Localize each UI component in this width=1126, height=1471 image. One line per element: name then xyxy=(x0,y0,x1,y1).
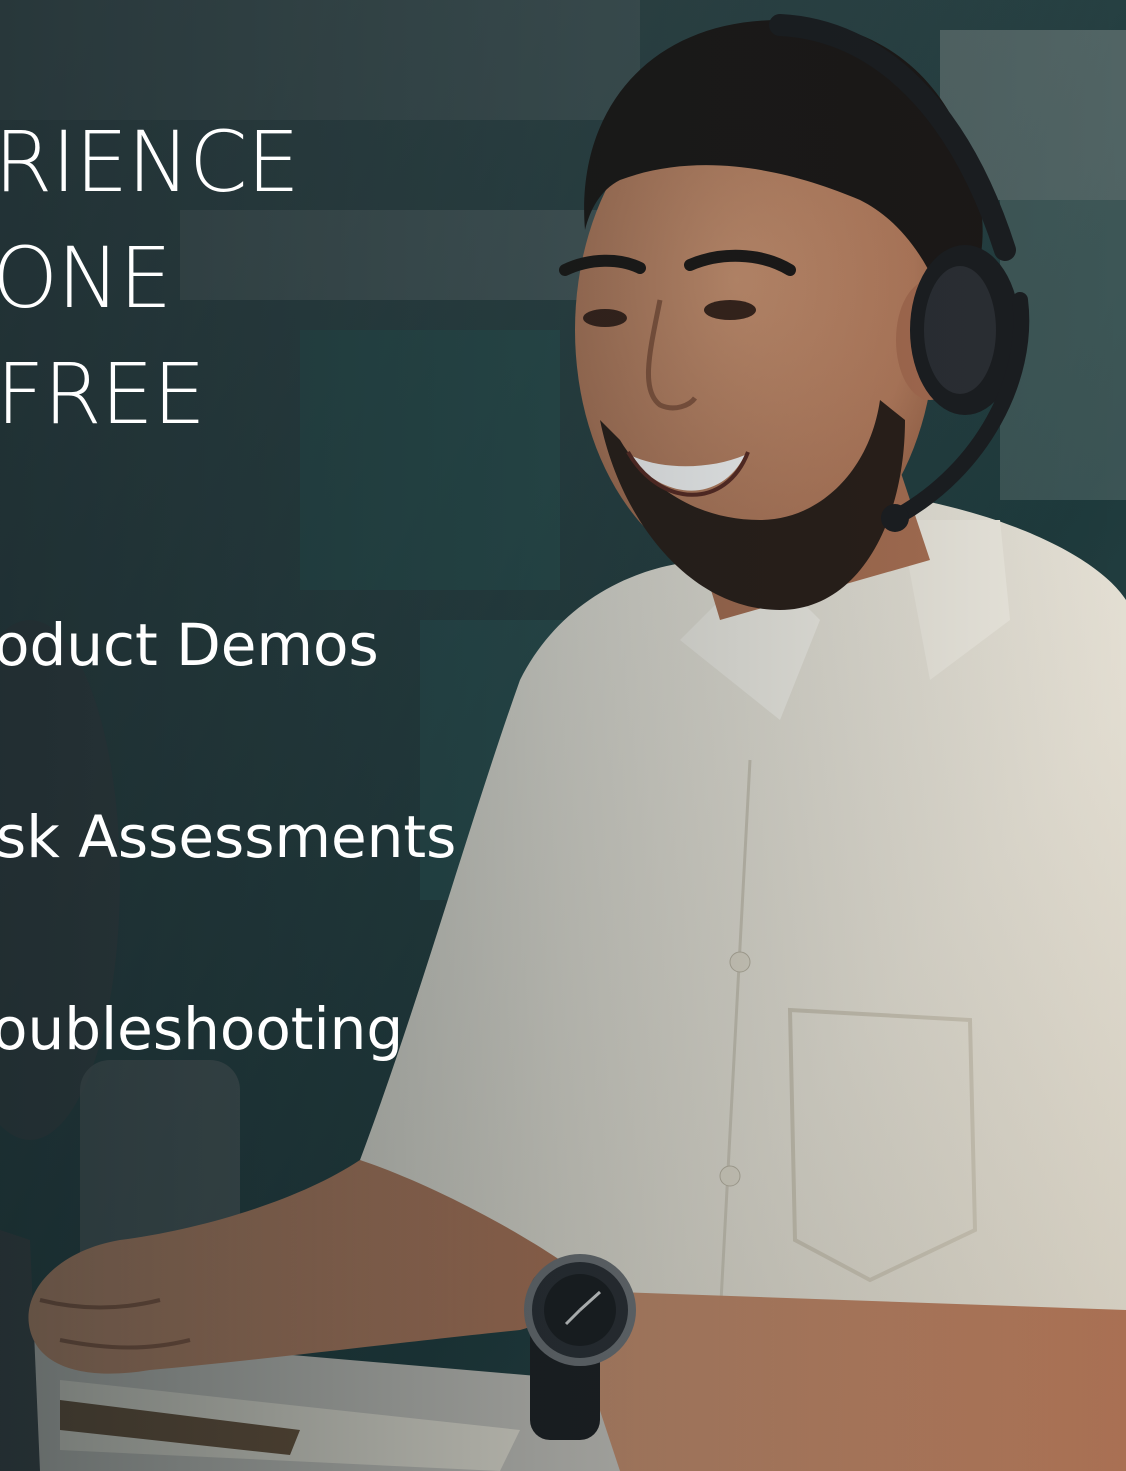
hero-photo xyxy=(0,0,1126,1471)
promo-banner: RIENCE ONE FREE oduct Demos sk Assessmen… xyxy=(0,0,1126,1471)
